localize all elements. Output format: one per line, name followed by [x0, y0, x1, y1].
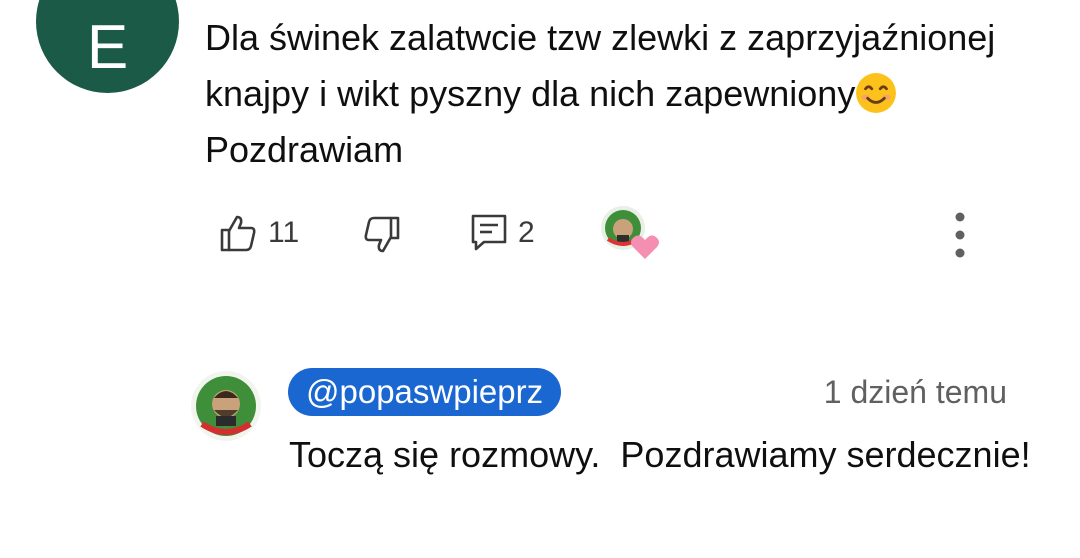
- avatar-letter: E: [86, 12, 129, 82]
- more-vert-icon: [955, 212, 965, 258]
- thumbs-down-icon: [364, 216, 400, 253]
- like-button[interactable]: 11: [218, 213, 299, 253]
- reply-count: 2: [518, 216, 535, 249]
- channel-handle-link[interactable]: @popaswpieprz: [288, 368, 562, 416]
- thumbs-up-icon: [220, 215, 256, 252]
- commenter-avatar[interactable]: E: [36, 0, 179, 93]
- creator-heart-badge: [600, 205, 664, 265]
- heart-icon: [631, 235, 659, 259]
- reply-comment-icon: [471, 214, 507, 251]
- channel-avatar[interactable]: [190, 370, 262, 442]
- like-count: 11: [268, 216, 300, 249]
- comment-body: Dla świnek zalatwcie tzw zlewki z zaprzy…: [205, 10, 1005, 178]
- reply-button[interactable]: 2: [470, 213, 535, 253]
- comment-actions: 11 2: [0, 205, 1080, 265]
- dislike-button[interactable]: [362, 215, 402, 255]
- smiling-face-icon: [856, 73, 897, 113]
- comment-text-end: Pozdrawiam: [205, 129, 404, 170]
- more-options-button[interactable]: [950, 209, 970, 261]
- reply-timestamp: 1 dzień temu: [823, 374, 1007, 410]
- reply-body: Toczą się rozmowy. Pozdrawiamy serdeczni…: [289, 434, 1031, 475]
